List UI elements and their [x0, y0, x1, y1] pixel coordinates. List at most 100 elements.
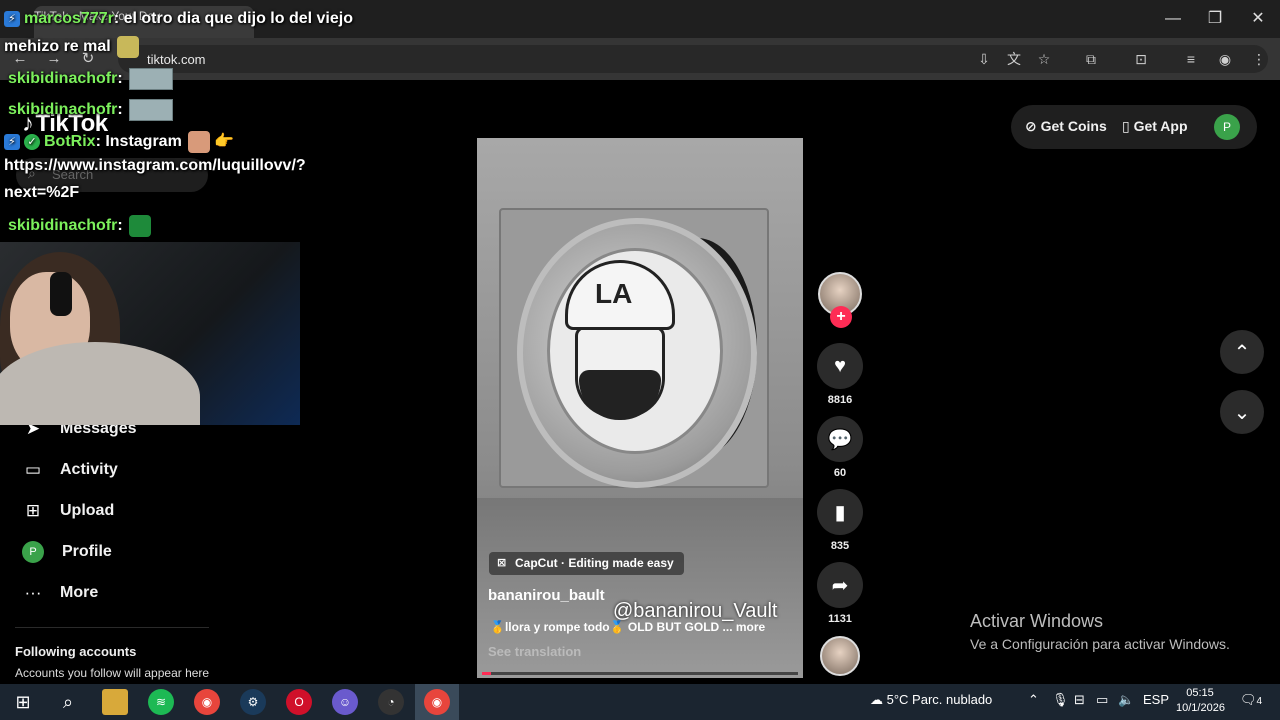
previous-video-button[interactable]: ⌃: [1220, 330, 1264, 374]
share-button[interactable]: ➦: [817, 562, 863, 608]
windows-activation-notice: Activar Windows Ve a Configuración para …: [970, 611, 1230, 652]
steam-icon[interactable]: ⚙: [240, 689, 266, 715]
chat-username: skibidinachofr: [8, 101, 118, 119]
activity-icon: ▭: [24, 460, 42, 479]
maximize-icon[interactable]: ❐: [1204, 8, 1226, 30]
screenshot-icon[interactable]: ⊡: [1131, 49, 1151, 69]
headphones: [50, 272, 72, 316]
next-video-button[interactable]: ⌄: [1220, 390, 1264, 434]
url-text: tiktok.com: [147, 52, 206, 67]
share-icon: ➦: [831, 574, 849, 597]
get-app-label: Get App: [1133, 118, 1188, 134]
opera-icon[interactable]: O: [286, 689, 312, 715]
sound-avatar[interactable]: [820, 636, 860, 676]
windows-start-icon[interactable]: ⊞: [10, 689, 36, 715]
chat-message: ⚡ ✓ BotRix: Instagram 👉: [4, 131, 234, 153]
chat-link[interactable]: https://www.instagram.com/luquillovv/?: [4, 157, 306, 175]
nav-item-upload[interactable]: ⊞ Upload: [20, 496, 114, 526]
video-progress-bar[interactable]: [482, 672, 798, 675]
extensions-icon[interactable]: ⧉: [1081, 49, 1101, 69]
chat-text: : Instagram: [95, 133, 182, 151]
close-window-icon[interactable]: ✕: [1247, 8, 1269, 30]
nav-label: Activity: [60, 461, 118, 478]
volume-icon[interactable]: 🔈: [1118, 692, 1134, 708]
chat-message-continued: mehizo re mal: [4, 36, 139, 58]
chrome-active-icon[interactable]: ◉: [424, 689, 450, 715]
emote-icon: [187, 131, 210, 153]
notification-count: 4: [1256, 696, 1263, 707]
webcam-overlay: [0, 242, 300, 425]
follow-plus-icon[interactable]: +: [830, 306, 852, 328]
discord-icon[interactable]: ☺: [332, 689, 358, 715]
taskbar-clock[interactable]: 05:15 10/1/2026: [1176, 686, 1225, 716]
weather-text: 5°C Parc. nublado: [886, 692, 993, 707]
chat-separator: :: [117, 70, 123, 88]
get-coins-button[interactable]: ⊘ Get Coins: [1025, 118, 1107, 135]
nav-label: More: [60, 584, 99, 601]
comment-icon: 💬: [827, 428, 853, 451]
chat-message: ⚡ marcos777r: el otro dia que dijo lo del…: [4, 10, 353, 28]
see-translation-link[interactable]: See translation: [488, 644, 581, 659]
weather-widget[interactable]: ☁ 5°C Parc. nublado: [870, 692, 992, 708]
cloud-icon: ☁: [870, 692, 887, 707]
chevron-down-icon: ⌄: [1233, 401, 1251, 424]
streamer-hoodie: [0, 342, 200, 425]
user-avatar[interactable]: P: [1214, 114, 1240, 140]
chat-username: marcos777r: [24, 10, 114, 27]
like-count: 8816: [827, 394, 853, 406]
nav-item-more[interactable]: ··· More: [20, 578, 99, 608]
like-button[interactable]: ♥: [817, 343, 863, 389]
emote-icon: [128, 99, 173, 121]
nav-item-activity[interactable]: ▭ Activity: [20, 455, 118, 485]
chat-separator: :: [117, 217, 123, 235]
get-coins-label: Get Coins: [1040, 118, 1107, 134]
chat-link-continued[interactable]: next=%2F: [4, 184, 79, 202]
install-app-icon[interactable]: ⇩: [974, 49, 994, 69]
video-caption[interactable]: 🥇llora y rompe todo🥇 OLD BUT GOLD ... mo…: [490, 620, 765, 634]
network-icon[interactable]: ⊟: [1074, 692, 1085, 708]
chat-text: : el otro dia que dijo lo del viejo: [113, 10, 353, 27]
more-icon: ···: [24, 583, 42, 602]
upload-icon: ⊞: [25, 501, 41, 520]
microphone-icon[interactable]: 🎙: [1052, 692, 1069, 708]
comment-button[interactable]: 💬: [817, 416, 863, 462]
translate-icon[interactable]: 文: [1004, 49, 1024, 69]
minimize-icon[interactable]: —: [1162, 8, 1184, 30]
notification-center-icon[interactable]: 🗨4: [1240, 692, 1262, 708]
clock-time: 05:15: [1186, 687, 1214, 699]
chrome-icon[interactable]: ◉: [194, 689, 220, 715]
activation-title: Activar Windows: [970, 611, 1104, 631]
share-count: 1131: [828, 613, 852, 625]
video-author[interactable]: bananirou_bault: [488, 587, 605, 604]
chat-message: skibidinachofr:: [8, 68, 173, 90]
taskbar-search-icon[interactable]: ⌕: [55, 689, 81, 715]
nav-item-profile[interactable]: P Profile: [20, 537, 112, 567]
capcut-tag[interactable]: ⊠ CapCut · Editing made easy: [489, 552, 684, 575]
browser-profile-icon[interactable]: ◉: [1215, 49, 1235, 69]
save-count: 835: [830, 540, 850, 552]
spotify-icon[interactable]: ≋: [148, 689, 174, 715]
chevron-up-icon: ⌃: [1233, 341, 1251, 364]
language-indicator[interactable]: ESP: [1143, 692, 1169, 707]
sidebar-divider: [15, 627, 209, 628]
browser-menu-icon[interactable]: ⋮: [1249, 49, 1269, 69]
video-progress-fill: [482, 672, 492, 675]
display-icon[interactable]: ▭: [1096, 692, 1108, 708]
chat-message: skibidinachofr:: [8, 99, 173, 121]
verified-icon: ✓: [24, 134, 40, 150]
media-controls-icon[interactable]: ≡: [1181, 49, 1201, 69]
windows-taskbar: [0, 684, 1280, 720]
file-explorer-icon[interactable]: [102, 689, 128, 715]
heart-icon: ♥: [834, 354, 846, 377]
tray-chevron-up-icon[interactable]: ⌃: [1028, 692, 1039, 708]
following-accounts-title: Following accounts: [15, 644, 137, 659]
get-app-button[interactable]: ▯ Get App: [1122, 118, 1188, 135]
phone-icon: ▯: [1122, 118, 1134, 134]
chat-badge-icon: ⚡: [4, 10, 20, 27]
save-button[interactable]: ▮: [817, 489, 863, 535]
bookmark-star-icon[interactable]: ☆: [1034, 49, 1054, 69]
obs-icon[interactable]: ◔: [378, 689, 404, 715]
following-accounts-subtitle: Accounts you follow will appear here: [15, 666, 210, 680]
chat-text: mehizo re mal: [4, 38, 111, 56]
bookmark-icon: ▮: [834, 501, 846, 524]
